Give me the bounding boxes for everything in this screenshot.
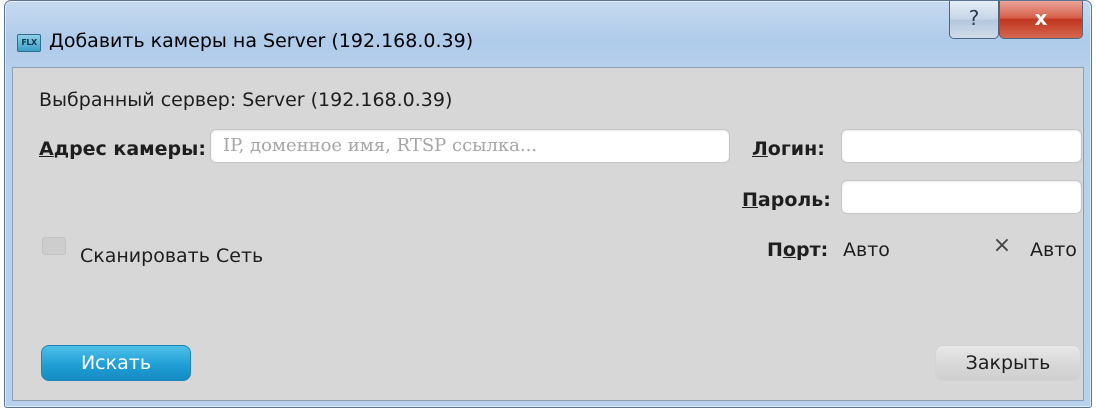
window-close-button[interactable]: x: [999, 1, 1083, 39]
camera-address-placeholder: IP, доменное имя, RTSP ссылка...: [223, 135, 538, 156]
camera-address-label: Адрес камеры:: [39, 138, 206, 160]
app-logo-icon: FLX: [17, 34, 41, 52]
password-label: Пароль:: [742, 189, 831, 211]
login-label: Логин:: [752, 138, 825, 160]
title-bar[interactable]: FLX Добавить камеры на Server (192.168.0…: [5, 1, 1091, 67]
port-label: Порт:: [767, 239, 828, 261]
selected-server-info: Выбранный сервер: Server (192.168.0.39): [39, 89, 452, 111]
port-label-text: рт:: [795, 239, 829, 261]
port-label-pre: П: [767, 239, 783, 261]
login-label-text: огин:: [767, 138, 825, 160]
close-button[interactable]: Закрыть: [935, 345, 1081, 381]
selected-server-value: Server (192.168.0.39): [242, 89, 453, 111]
port-mnemonic: о: [782, 239, 796, 261]
selected-server-label: Выбранный сервер:: [39, 89, 237, 111]
password-mnemonic: П: [742, 189, 758, 211]
window-title: Добавить камеры на Server (192.168.0.39): [49, 30, 474, 52]
port-value: Авто: [843, 239, 890, 261]
scan-network-checkbox[interactable]: [42, 237, 66, 255]
port-auto-label[interactable]: Авто: [1030, 239, 1077, 261]
scan-network-label[interactable]: Сканировать Сеть: [80, 245, 263, 267]
login-input[interactable]: [841, 129, 1082, 163]
camera-address-label-text: дрес камеры:: [53, 138, 206, 160]
help-button[interactable]: ?: [949, 1, 999, 39]
password-input[interactable]: [841, 180, 1082, 214]
camera-address-input[interactable]: IP, доменное имя, RTSP ссылка...: [210, 129, 730, 163]
password-label-text: ароль:: [757, 189, 831, 211]
dialog-window: FLX Добавить камеры на Server (192.168.0…: [4, 0, 1092, 408]
camera-address-mnemonic: А: [39, 138, 54, 160]
search-button[interactable]: Искать: [41, 345, 191, 381]
help-icon: ?: [968, 6, 980, 30]
dialog-body: Выбранный сервер: Server (192.168.0.39) …: [12, 67, 1084, 401]
close-icon: x: [1034, 6, 1048, 30]
login-mnemonic: Л: [752, 138, 768, 160]
port-auto-checkbox[interactable]: ×: [991, 235, 1013, 257]
